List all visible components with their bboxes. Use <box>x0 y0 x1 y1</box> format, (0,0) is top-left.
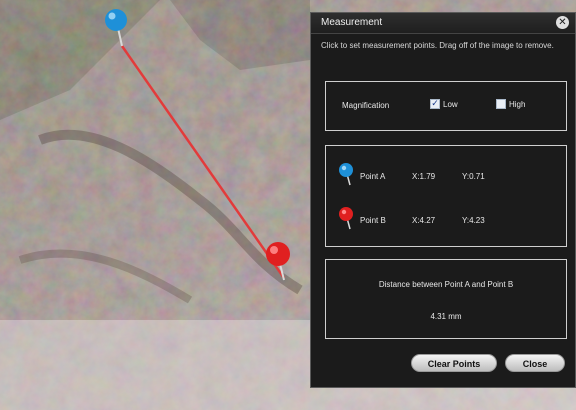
low-label: Low <box>443 99 458 109</box>
magnification-group: Magnification ✓ Low High <box>325 81 567 131</box>
magnification-low-option[interactable]: ✓ Low <box>430 99 458 109</box>
distance-value: 4.31 mm <box>430 312 462 321</box>
point-a-label: Point A <box>360 172 386 181</box>
panel-title: Measurement <box>321 17 383 28</box>
magnification-label: Magnification <box>342 101 390 110</box>
point-b-y: Y:4.23 <box>462 216 485 225</box>
point-b-label: Point B <box>360 216 386 225</box>
instructions-text: Click to set measurement points. Drag of… <box>321 41 554 50</box>
close-icon[interactable]: ✕ <box>556 16 569 29</box>
red-pin-icon <box>339 207 353 230</box>
distance-group: Distance between Point A and Point B 4.3… <box>325 259 567 339</box>
high-label: High <box>509 99 526 109</box>
panel-header: Measurement ✕ <box>311 13 575 34</box>
measurement-panel: Measurement ✕ Click to set measurement p… <box>310 12 576 388</box>
distance-label: Distance between Point A and Point B <box>378 280 514 289</box>
point-a-y: Y:0.71 <box>462 172 485 181</box>
point-a-x: X:1.79 <box>412 172 436 181</box>
magnification-high-option[interactable]: High <box>496 99 525 109</box>
high-checkbox[interactable] <box>496 99 506 109</box>
clear-points-button[interactable]: Clear Points <box>411 354 497 372</box>
points-group: Point A X:1.79 Y:0.71 Point B X:4.27 Y:4… <box>325 145 567 247</box>
low-checkbox[interactable]: ✓ <box>430 99 440 109</box>
close-button[interactable]: Close <box>505 354 565 372</box>
blue-pin-icon <box>339 163 353 186</box>
point-b-x: X:4.27 <box>412 216 436 225</box>
